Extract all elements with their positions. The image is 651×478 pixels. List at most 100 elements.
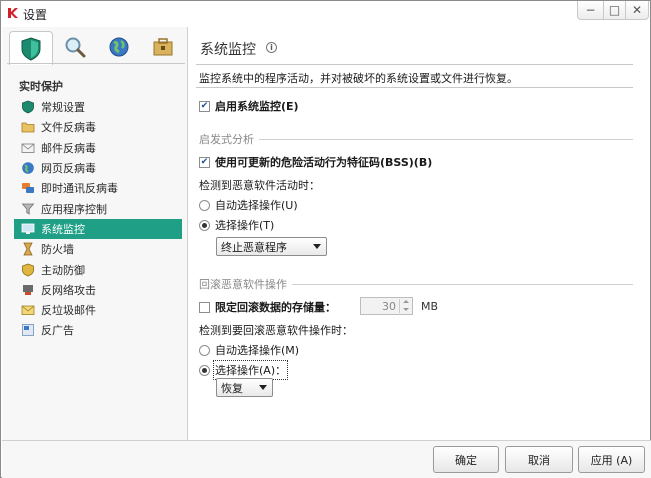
stepper-down-icon[interactable]: [399, 306, 411, 313]
page-title: 系统监控: [200, 42, 256, 58]
sidebar-item-label: 系统监控: [41, 222, 85, 236]
sidebar-item-anti-banner[interactable]: 反广告: [14, 320, 182, 340]
rollback-select-radio[interactable]: [199, 364, 210, 376]
sidebar-item-system-watcher[interactable]: 系统监控: [14, 218, 182, 240]
heuristic-select-row: 选择操作(T): [199, 217, 274, 233]
rollback-select-row: 选择操作(A)：: [199, 360, 289, 380]
stepper-up-icon[interactable]: [399, 299, 411, 306]
shield-icon: [22, 100, 34, 114]
rollback-group-title: 回滚恶意软件操作: [199, 278, 287, 291]
main-panel: 系统监控 i 监控系统中的程序活动，并对被破坏的系统设置或文件进行恢复。 ✔ 启…: [189, 27, 650, 440]
sidebar-item-label: 反网络攻击: [41, 283, 96, 297]
heuristic-detect-label: 检测到恶意软件活动时：: [199, 177, 320, 193]
scan-search-icon: [65, 37, 86, 58]
chevron-down-icon: [259, 385, 267, 390]
heuristic-auto-radio[interactable]: [199, 199, 210, 211]
section-title-realtime: 实时保护: [19, 80, 63, 93]
heuristic-auto-row: 自动选择操作(U): [199, 197, 298, 213]
heuristic-action-select[interactable]: 终止恶意程序: [216, 237, 327, 256]
filter-icon: [21, 203, 35, 215]
globe-icon: [22, 162, 34, 174]
close-button[interactable]: ✕: [625, 1, 649, 20]
sidebar-item-im-antivirus[interactable]: 即时通讯反病毒: [14, 178, 182, 198]
cancel-button[interactable]: 取消: [505, 446, 573, 473]
rollback-auto-radio[interactable]: [199, 344, 210, 356]
heuristic-select-radio[interactable]: [199, 219, 210, 231]
rollback-auto-row: 自动选择操作(M): [199, 342, 299, 358]
rollback-limit-unit: MB: [421, 300, 439, 313]
description: 监控系统中的程序活动，并对被破坏的系统设置或文件进行恢复。: [196, 64, 633, 88]
apply-button[interactable]: 应用 (A): [578, 446, 645, 473]
tab-update[interactable]: [97, 31, 141, 63]
bss-checkbox[interactable]: ✔: [199, 156, 210, 168]
sidebar-item-label: 应用程序控制: [41, 202, 107, 216]
tab-protection[interactable]: [9, 31, 53, 65]
rollback-select-label[interactable]: 选择操作(A)：: [212, 360, 289, 380]
window-title: 设置: [23, 8, 48, 22]
ok-button[interactable]: 确定: [433, 446, 499, 473]
sidebar-item-file-antivirus[interactable]: 文件反病毒: [14, 117, 182, 137]
heuristic-detect-text: 检测到恶意软件活动时：: [199, 179, 320, 192]
mail-icon: [21, 143, 35, 153]
sidebar-item-label: 反广告: [41, 324, 74, 338]
folder-icon: [21, 123, 35, 133]
rollback-action-select[interactable]: 恢复: [216, 378, 273, 397]
sidebar-item-general[interactable]: 常规设置: [14, 97, 182, 117]
spam-mail-icon: [21, 305, 35, 316]
protection-shield-icon: [21, 36, 41, 61]
heuristic-action-value: 终止恶意程序: [221, 240, 287, 254]
rollback-auto-label[interactable]: 自动选择操作(M): [215, 342, 299, 358]
tab-divider: [7, 63, 185, 64]
sidebar-item-app-control[interactable]: 应用程序控制: [14, 198, 182, 218]
heuristic-group-title: 启发式分析: [199, 133, 254, 146]
rollback-limit-stepper[interactable]: 30: [360, 297, 413, 315]
sidebar-item-label: 反垃圾邮件: [41, 304, 96, 318]
sidebar-nav: 常规设置 文件反病毒 邮件反病毒 网页反病毒 即时通讯反病毒 应用程序控制 系统…: [14, 97, 182, 341]
bss-label[interactable]: 使用可更新的危险活动行为特征码(BSS)(B): [215, 154, 432, 170]
maximize-button[interactable]: □: [603, 1, 626, 20]
app-logo-icon: [8, 8, 18, 18]
icon-tab-bar: [7, 31, 185, 65]
sidebar-item-web-antivirus[interactable]: 网页反病毒: [14, 158, 182, 178]
sidebar-item-mail-antivirus[interactable]: 邮件反病毒: [14, 138, 182, 158]
sidebar-item-anti-spam[interactable]: 反垃圾邮件: [14, 300, 182, 320]
rollback-limit-value: 30: [382, 299, 396, 313]
rollback-action-value: 恢复: [221, 381, 243, 395]
sidebar-item-label: 防火墙: [41, 243, 74, 257]
minimize-button[interactable]: −: [577, 1, 604, 20]
sidebar-item-label: 网页反病毒: [41, 162, 96, 176]
sidebar-item-network-attack[interactable]: 反网络攻击: [14, 280, 182, 300]
title-bar: 设置 − □ ✕: [1, 1, 650, 27]
monitor-icon: [21, 223, 35, 234]
sidebar: 实时保护 常规设置 文件反病毒 邮件反病毒 网页反病毒 即时通讯反病毒 应用程序…: [2, 27, 188, 440]
tools-box-icon: [153, 38, 173, 56]
rollback-detect-text: 检测到要回滚恶意软件操作时：: [199, 324, 353, 337]
sidebar-item-label: 即时通讯反病毒: [41, 182, 118, 196]
rollback-group-header: 回滚恶意软件操作: [199, 276, 633, 292]
update-globe-icon: [109, 37, 129, 57]
tab-tools[interactable]: [141, 31, 185, 63]
enable-row: ✔ 启用系统监控(E): [199, 98, 299, 114]
heuristic-auto-label[interactable]: 自动选择操作(U): [215, 197, 298, 213]
rollback-limit-label[interactable]: 限定回滚数据的存储量：: [215, 299, 336, 315]
rollback-detect-label: 检测到要回滚恶意软件操作时：: [199, 322, 353, 338]
heuristic-group-header: 启发式分析: [199, 131, 633, 147]
sidebar-item-proactive-defense[interactable]: 主动防御: [14, 259, 182, 279]
sidebar-item-firewall[interactable]: 防火墙: [14, 239, 182, 259]
sidebar-item-label: 常规设置: [41, 101, 85, 115]
rollback-limit-row: 限定回滚数据的存储量：: [199, 299, 336, 315]
sidebar-item-label: 主动防御: [41, 263, 85, 277]
chat-icon: [22, 183, 34, 194]
rollback-limit-checkbox[interactable]: [199, 301, 210, 313]
bss-row: ✔ 使用可更新的危险活动行为特征码(BSS)(B): [199, 154, 432, 170]
chevron-down-icon: [313, 244, 321, 249]
info-icon[interactable]: i: [266, 42, 277, 53]
sidebar-item-label: 文件反病毒: [41, 121, 96, 135]
enable-system-watcher-checkbox[interactable]: ✔: [199, 100, 210, 112]
tab-scan[interactable]: [53, 31, 97, 63]
anti-banner-icon: [22, 324, 34, 337]
heuristic-select-label[interactable]: 选择操作(T): [215, 217, 274, 233]
settings-window: 设置 − □ ✕ 实时保护 常规设置 文件反病毒 邮件反病毒 网页反病毒 即时通…: [0, 0, 651, 478]
enable-system-watcher-label[interactable]: 启用系统监控(E): [215, 98, 299, 114]
defense-shield-icon: [22, 263, 34, 276]
